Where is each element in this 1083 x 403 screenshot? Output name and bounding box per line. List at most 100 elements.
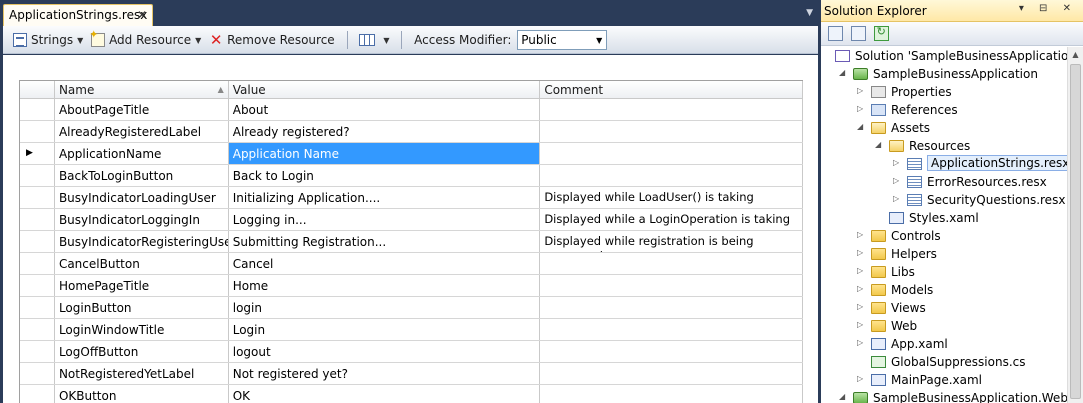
row-selector[interactable] bbox=[20, 253, 55, 274]
tree-node[interactable]: ◢ SampleBusinessApplication.Web bbox=[821, 389, 1067, 403]
comment-cell[interactable] bbox=[540, 363, 803, 384]
close-icon[interactable]: ✕ bbox=[137, 8, 147, 22]
row-selector[interactable] bbox=[20, 99, 55, 120]
expander-icon[interactable]: ▷ bbox=[893, 194, 903, 203]
comment-cell[interactable] bbox=[540, 297, 803, 318]
tree-node[interactable]: ▷ ErrorResources.resx bbox=[821, 173, 1067, 191]
solution-tree-scrollbar[interactable]: ▲ bbox=[1067, 47, 1083, 403]
expander-icon[interactable]: ▷ bbox=[857, 248, 867, 257]
row-selector[interactable] bbox=[20, 121, 55, 142]
comment-cell[interactable]: Displayed while registration is being pr… bbox=[540, 231, 803, 252]
column-header-name[interactable]: Name ▲ bbox=[55, 81, 229, 98]
table-row[interactable]: ▶ ApplicationName Application Name bbox=[20, 143, 803, 165]
tree-node[interactable]: ▷ ApplicationStrings.resx bbox=[821, 155, 1067, 173]
value-cell[interactable]: Initializing Application.... bbox=[229, 187, 541, 208]
name-cell[interactable]: BusyIndicatorRegisteringUser bbox=[55, 231, 229, 252]
tree-node[interactable]: ◢ SampleBusinessApplication bbox=[821, 65, 1067, 83]
strings-dropdown-button[interactable]: Strings ▼ bbox=[11, 30, 85, 50]
tree-node[interactable]: ◢ Resources bbox=[821, 137, 1067, 155]
tab-list-dropdown-icon[interactable]: ▼ bbox=[806, 8, 813, 18]
name-cell[interactable]: BusyIndicatorLoadingUser bbox=[55, 187, 229, 208]
comment-cell[interactable]: Displayed while LoadUser() is taking pro… bbox=[540, 187, 803, 208]
row-selector[interactable] bbox=[20, 231, 55, 252]
name-cell[interactable]: BusyIndicatorLoggingIn bbox=[55, 209, 229, 230]
name-cell[interactable]: OKButton bbox=[55, 385, 229, 403]
expander-icon[interactable]: ▷ bbox=[893, 176, 903, 185]
table-row[interactable]: LoginButton login bbox=[20, 297, 803, 319]
expander-icon[interactable]: ▷ bbox=[893, 158, 903, 167]
expander-icon[interactable]: ▷ bbox=[857, 302, 867, 311]
name-cell[interactable]: BackToLoginButton bbox=[55, 165, 229, 186]
tree-node[interactable]: ▷ References bbox=[821, 101, 1067, 119]
comment-cell[interactable] bbox=[540, 165, 803, 186]
comment-cell[interactable]: Displayed while a LoginOperation is taki… bbox=[540, 209, 803, 230]
comment-cell[interactable] bbox=[540, 319, 803, 340]
row-selector[interactable] bbox=[20, 385, 55, 403]
comment-cell[interactable] bbox=[540, 385, 803, 403]
table-row[interactable]: AlreadyRegisteredLabel Already registered… bbox=[20, 121, 803, 143]
name-cell[interactable]: NotRegisteredYetLabel bbox=[55, 363, 229, 384]
show-all-files-icon[interactable] bbox=[850, 26, 866, 41]
tree-node[interactable]: ▷ Libs bbox=[821, 263, 1067, 281]
column-header-value[interactable]: Value bbox=[229, 81, 541, 98]
table-row[interactable]: HomePageTitle Home bbox=[20, 275, 803, 297]
value-cell[interactable]: Back to Login bbox=[229, 165, 541, 186]
row-selector[interactable] bbox=[20, 209, 55, 230]
value-cell[interactable]: About bbox=[229, 99, 541, 120]
value-cell[interactable]: Home bbox=[229, 275, 541, 296]
expander-icon[interactable]: ▷ bbox=[857, 266, 867, 275]
name-cell[interactable]: HomePageTitle bbox=[55, 275, 229, 296]
value-cell[interactable]: logout bbox=[229, 341, 541, 362]
table-row[interactable]: OKButton OK bbox=[20, 385, 803, 403]
row-selector[interactable] bbox=[20, 165, 55, 186]
comment-cell[interactable] bbox=[540, 275, 803, 296]
expander-icon[interactable]: ▷ bbox=[857, 104, 867, 113]
tree-node[interactable]: ▷ Models bbox=[821, 281, 1067, 299]
row-selector[interactable] bbox=[20, 363, 55, 384]
comment-cell[interactable] bbox=[540, 143, 803, 164]
add-resource-button[interactable]: Add Resource ▼ bbox=[89, 28, 203, 50]
name-cell[interactable]: LoginButton bbox=[55, 297, 229, 318]
access-modifier-select[interactable]: Public ▼ bbox=[517, 30, 608, 50]
tree-node[interactable]: ▷ App.xaml bbox=[821, 335, 1067, 353]
expander-icon[interactable]: ▷ bbox=[857, 284, 867, 293]
comment-cell[interactable] bbox=[540, 253, 803, 274]
value-cell[interactable]: Application Name bbox=[228, 143, 541, 164]
value-cell[interactable]: Login bbox=[229, 319, 541, 340]
refresh-icon[interactable] bbox=[873, 25, 889, 41]
table-row[interactable]: BusyIndicatorLoggingIn Logging in... Displ… bbox=[20, 209, 803, 231]
row-selector[interactable]: ▶ bbox=[20, 143, 55, 164]
table-row[interactable]: NotRegisteredYetLabel Not registered yet? bbox=[20, 363, 803, 385]
value-cell[interactable]: Not registered yet? bbox=[229, 363, 541, 384]
tree-node[interactable]: ▷ Helpers bbox=[821, 245, 1067, 263]
views-dropdown-button[interactable]: ▼ bbox=[357, 30, 391, 50]
expander-icon[interactable]: ▷ bbox=[857, 338, 867, 347]
tree-node[interactable]: ▷ Web bbox=[821, 317, 1067, 335]
tree-node[interactable]: ▷ Properties bbox=[821, 83, 1067, 101]
name-cell[interactable]: AlreadyRegisteredLabel bbox=[55, 121, 229, 142]
expander-icon[interactable]: ▷ bbox=[857, 374, 867, 383]
table-row[interactable]: LogOffButton logout bbox=[20, 341, 803, 363]
remove-resource-button[interactable]: ✕ Remove Resource bbox=[207, 30, 337, 50]
select-all-header[interactable] bbox=[20, 81, 55, 98]
tree-node[interactable]: ◢ Assets bbox=[821, 119, 1067, 137]
table-row[interactable]: BusyIndicatorLoadingUser Initializing App… bbox=[20, 187, 803, 209]
row-selector[interactable] bbox=[20, 319, 55, 340]
tree-node[interactable]: GlobalSuppressions.cs bbox=[821, 353, 1067, 371]
expander-icon[interactable]: ◢ bbox=[857, 122, 867, 131]
scroll-thumb[interactable] bbox=[1070, 64, 1081, 399]
comment-cell[interactable] bbox=[540, 121, 803, 142]
tree-node[interactable]: ▷ SecurityQuestions.resx bbox=[821, 191, 1067, 209]
expander-icon[interactable]: ▷ bbox=[857, 320, 867, 329]
comment-cell[interactable] bbox=[540, 99, 803, 120]
name-cell[interactable]: LogOffButton bbox=[55, 341, 229, 362]
scroll-up-icon[interactable]: ▲ bbox=[1068, 47, 1083, 63]
table-row[interactable]: BackToLoginButton Back to Login bbox=[20, 165, 803, 187]
column-header-comment[interactable]: Comment bbox=[540, 81, 803, 98]
name-cell[interactable]: AboutPageTitle bbox=[55, 99, 229, 120]
value-cell[interactable]: Already registered? bbox=[229, 121, 541, 142]
expander-icon[interactable]: ▷ bbox=[857, 230, 867, 239]
comment-cell[interactable] bbox=[540, 341, 803, 362]
expander-icon[interactable]: ◢ bbox=[839, 392, 849, 401]
properties-icon[interactable] bbox=[828, 26, 843, 41]
